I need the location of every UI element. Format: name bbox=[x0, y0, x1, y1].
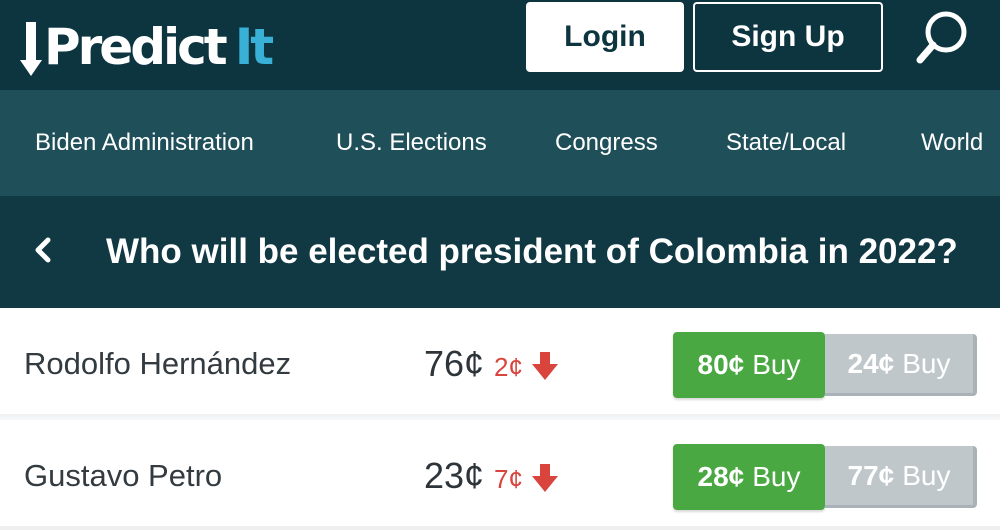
category-nav: Biden Administration U.S. Elections Cong… bbox=[0, 90, 1000, 196]
buy-no-label: Buy bbox=[902, 347, 951, 379]
contract-row[interactable]: Rodolfo Hernández 76¢ 2¢ 80¢ Buy 24¢ Buy bbox=[0, 308, 1000, 414]
contract-row[interactable]: Gustavo Petro 23¢ 7¢ 28¢ Buy 77¢ Buy bbox=[0, 420, 1000, 526]
header-bar: Predict It Login Sign Up bbox=[0, 0, 1000, 90]
market-title-bar: Who will be elected president of Colombi… bbox=[0, 196, 1000, 308]
buy-no-price: 24¢ bbox=[847, 347, 895, 379]
buy-no-price: 77¢ bbox=[847, 459, 895, 491]
back-button[interactable] bbox=[24, 226, 64, 274]
buy-no-button[interactable]: 24¢ Buy bbox=[825, 334, 977, 396]
buy-no-button[interactable]: 77¢ Buy bbox=[825, 446, 977, 508]
nav-item-state-local[interactable]: State/Local bbox=[726, 90, 846, 196]
logo-arrow-icon bbox=[20, 22, 42, 76]
last-price: 23¢ bbox=[424, 455, 485, 496]
down-arrow-icon bbox=[532, 352, 558, 380]
down-arrow-icon bbox=[532, 464, 558, 492]
buy-yes-price: 80¢ bbox=[697, 349, 745, 380]
nav-item-us-elections[interactable]: U.S. Elections bbox=[336, 90, 487, 196]
price-change: 2¢ bbox=[494, 351, 523, 382]
chevron-left-icon bbox=[35, 237, 51, 263]
search-icon bbox=[916, 11, 967, 64]
buy-yes-label: Buy bbox=[752, 349, 801, 380]
last-price: 76¢ bbox=[424, 343, 485, 384]
contract-name: Gustavo Petro bbox=[24, 458, 223, 493]
nav-item-biden-administration[interactable]: Biden Administration bbox=[35, 90, 254, 196]
logo-text-it: It bbox=[234, 18, 274, 76]
price-change: 7¢ bbox=[494, 463, 523, 494]
logo-text-predict: Predict bbox=[44, 18, 228, 76]
row-divider bbox=[0, 526, 1000, 530]
market-title: Who will be elected president of Colombi… bbox=[106, 232, 958, 271]
login-button[interactable]: Login bbox=[526, 2, 684, 72]
signup-button[interactable]: Sign Up bbox=[693, 2, 883, 72]
predictit-logo[interactable]: Predict It bbox=[20, 14, 274, 80]
nav-item-congress[interactable]: Congress bbox=[555, 90, 658, 196]
contract-name: Rodolfo Hernández bbox=[24, 346, 292, 381]
buy-no-label: Buy bbox=[902, 459, 951, 491]
buy-yes-price: 28¢ bbox=[697, 461, 745, 492]
buy-yes-label: Buy bbox=[752, 461, 801, 492]
nav-item-world[interactable]: World bbox=[921, 90, 983, 196]
buy-yes-button[interactable]: 80¢ Buy bbox=[673, 332, 825, 398]
search-button[interactable] bbox=[912, 6, 974, 70]
buy-yes-button[interactable]: 28¢ Buy bbox=[673, 444, 825, 510]
